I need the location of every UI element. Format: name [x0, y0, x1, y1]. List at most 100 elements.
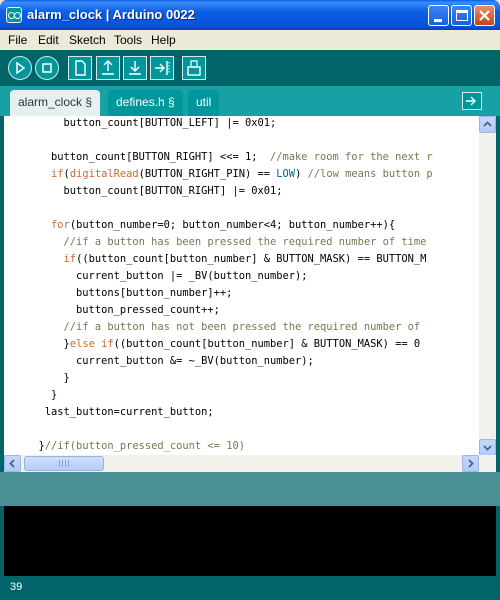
chevron-right-icon — [468, 459, 474, 468]
code-line: //if a button has not been pressed the r… — [26, 321, 421, 338]
vertical-scrollbar[interactable] — [479, 116, 496, 456]
code-line: if((button_count[button_number] & BUTTON… — [26, 253, 427, 270]
code-token: if — [63, 253, 77, 265]
code-token: //make room for the next r — [269, 151, 433, 163]
code-line: button_count[BUTTON_LEFT] |= 0x01; — [26, 117, 277, 134]
tab-strip: alarm_clock § defines.h § util — [0, 86, 500, 116]
minimize-button[interactable] — [428, 5, 449, 26]
close-button[interactable] — [474, 5, 495, 26]
code-line: last_button=current_button; — [26, 406, 214, 423]
code-token: current_button &= ~_BV(button_number); — [76, 355, 314, 367]
code-token: //if a button has been pressed the requi… — [63, 236, 427, 248]
serial-monitor-icon — [187, 60, 201, 76]
serial-monitor-button[interactable] — [182, 56, 206, 80]
chevron-left-icon — [9, 459, 15, 468]
maximize-icon — [456, 10, 468, 21]
new-button[interactable] — [68, 56, 92, 80]
tab-alarm-clock[interactable]: alarm_clock § — [10, 90, 101, 116]
code-line: button_count[BUTTON_RIGHT] <<= 1; //make… — [26, 151, 433, 168]
menu-edit[interactable]: Edit — [38, 33, 59, 47]
chevron-down-icon — [483, 445, 492, 451]
minimize-icon — [434, 19, 442, 22]
chevron-up-icon — [483, 121, 492, 127]
code-token: //if(button_pressed_count <= 10) — [44, 440, 245, 452]
menu-help[interactable]: Help — [151, 33, 176, 47]
code-token: else if — [69, 338, 114, 350]
stop-icon — [42, 63, 52, 73]
upload-button[interactable] — [150, 56, 174, 80]
scroll-down-button[interactable] — [479, 439, 496, 456]
line-number: 39 — [10, 581, 23, 593]
tab-util[interactable]: util — [188, 90, 220, 116]
frame-right — [496, 116, 500, 576]
status-bar — [0, 472, 500, 506]
code-token: button_count[BUTTON_RIGHT] <<= 1; — [51, 151, 270, 163]
code-token: ) — [295, 168, 308, 180]
code-token: last_button=current_button; — [44, 406, 214, 418]
menu-file[interactable]: File — [8, 33, 27, 47]
verify-button[interactable] — [8, 56, 32, 80]
title-bar: alarm_clock | Arduino 0022 — [0, 0, 500, 30]
code-line: }else if((button_count[button_number] & … — [26, 338, 421, 355]
code-token: button_count[BUTTON_RIGHT] |= 0x01; — [63, 185, 283, 197]
code-token: button_pressed_count++; — [76, 304, 220, 316]
tab-defines-h[interactable]: defines.h § — [108, 90, 183, 116]
open-button[interactable] — [96, 56, 120, 80]
save-button[interactable] — [123, 56, 147, 80]
code-line: current_button |= _BV(button_number); — [26, 270, 308, 287]
code-token: (BUTTON_RIGHT_PIN) == — [138, 168, 277, 180]
code-line: } — [26, 372, 70, 389]
code-token: buttons[button_number]++; — [76, 287, 233, 299]
code-line: current_button &= ~_BV(button_number); — [26, 355, 314, 372]
code-token: //if a button has not been pressed the r… — [63, 321, 421, 333]
arduino-logo-icon — [6, 7, 22, 23]
horizontal-scrollbar[interactable] — [4, 455, 496, 472]
code-token: button_count[BUTTON_LEFT] |= 0x01; — [63, 117, 277, 129]
code-line: buttons[button_number]++; — [26, 287, 232, 304]
maximize-button[interactable] — [451, 5, 472, 26]
menu-tools[interactable]: Tools — [114, 33, 142, 47]
arrow-right-icon — [466, 96, 476, 106]
menu-sketch[interactable]: Sketch — [69, 33, 106, 47]
code-token: ((button_count[button_number] & BUTTON_M… — [76, 253, 427, 265]
open-icon — [102, 60, 114, 75]
verify-icon — [16, 61, 26, 75]
stop-button[interactable] — [35, 56, 59, 80]
scroll-left-button[interactable] — [4, 455, 21, 472]
code-line: if(digitalRead(BUTTON_RIGHT_PIN) == LOW)… — [26, 168, 433, 185]
horizontal-scroll-thumb[interactable] — [24, 456, 104, 471]
code-token: } — [63, 372, 70, 384]
code-token: for — [51, 219, 70, 231]
code-token: LOW — [276, 168, 296, 180]
code-token: } — [51, 389, 58, 401]
console-output[interactable] — [4, 506, 496, 576]
scroll-up-button[interactable] — [479, 116, 496, 133]
code-editor[interactable]: button_count[BUTTON_LEFT] |= 0x01; butto… — [4, 116, 479, 456]
close-icon — [479, 10, 490, 21]
window-title: alarm_clock | Arduino 0022 — [27, 7, 195, 22]
code-line: button_pressed_count++; — [26, 304, 220, 321]
scroll-right-button[interactable] — [462, 455, 479, 472]
code-line: for(button_number=0; button_number<4; bu… — [26, 219, 395, 236]
code-token: ((button_count[button_number] & BUTTON_M… — [113, 338, 421, 350]
save-icon — [129, 61, 141, 75]
toolbar — [0, 50, 500, 86]
code-token: current_button |= _BV(button_number); — [76, 270, 308, 282]
tab-menu-button[interactable] — [462, 92, 482, 110]
code-line: } — [26, 389, 57, 406]
menu-bar: File Edit Sketch Tools Help — [0, 30, 500, 50]
